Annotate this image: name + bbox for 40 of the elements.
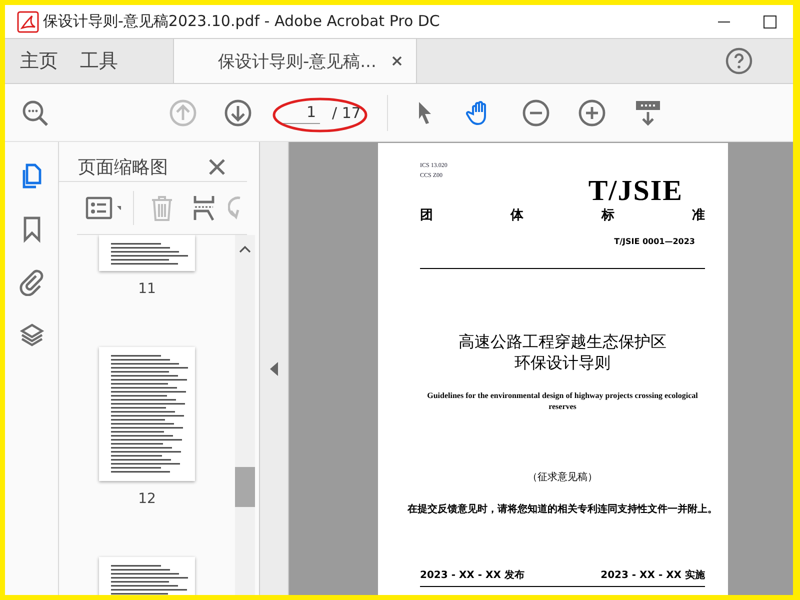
maximize-icon [763, 14, 777, 28]
category-character: 准 [692, 207, 705, 224]
scroll-mode-icon[interactable] [634, 98, 662, 126]
app-icon [17, 10, 39, 32]
standard-mark: T/JSIE [588, 175, 683, 208]
page-count: / 17 [332, 104, 361, 122]
down-arrow-button[interactable] [224, 98, 252, 126]
close-icon[interactable] [207, 156, 227, 176]
effective-date: 2023 - XX - XX 实施 [600, 568, 705, 582]
publish-date: 2023 - XX - XX 发布 [420, 568, 524, 582]
minimize-icon [718, 20, 730, 22]
tab[interactable]: 保设计导则-意见稿... [173, 39, 418, 83]
zoom-in-icon[interactable] [578, 98, 606, 126]
category-character: 标 [601, 207, 614, 224]
page-label: 11 [138, 281, 156, 297]
layers-icon[interactable] [18, 321, 46, 349]
page-number-field[interactable]: 1 [282, 101, 320, 124]
scrollbar[interactable] [235, 235, 255, 595]
category-character: 体 [510, 207, 524, 224]
draft-label: （征求意见稿） [526, 470, 598, 484]
window-title: 保设计导则-意见稿2023.10.pdf - Adobe Acrobat Pro DC [43, 12, 441, 31]
panel-title: 页面缩略图 [78, 156, 168, 178]
tab[interactable]: 工具 [69, 39, 129, 83]
page-thumbnail[interactable] [99, 235, 195, 271]
english-title: Guidelines for the environmental design of highway projects crossing ecological reserves [426, 390, 699, 412]
notice-text: 在提交反馈意见时，请将您知道的相关专利连同支持性文件一并附上。 [406, 502, 718, 516]
close-icon[interactable] [392, 56, 402, 66]
scroll-up-icon[interactable] [239, 245, 251, 253]
scrollbar-thumb[interactable] [235, 467, 255, 507]
paperclip-icon[interactable] [18, 268, 46, 296]
zoom-out-icon[interactable] [522, 98, 550, 126]
category-character: 团 [420, 207, 433, 224]
document-title: 环保设计导则 [514, 352, 612, 373]
page-thumbnail[interactable] [99, 347, 195, 481]
tab[interactable]: 主页 [5, 39, 69, 83]
document-title: 高速公路工程穿越生态保护区 [458, 331, 668, 352]
collapse-arrow-icon[interactable] [270, 362, 278, 376]
help-button[interactable] [725, 47, 753, 75]
standard-number: T/JSIE 0001—2023 [614, 237, 695, 246]
page-label: 12 [138, 491, 156, 507]
